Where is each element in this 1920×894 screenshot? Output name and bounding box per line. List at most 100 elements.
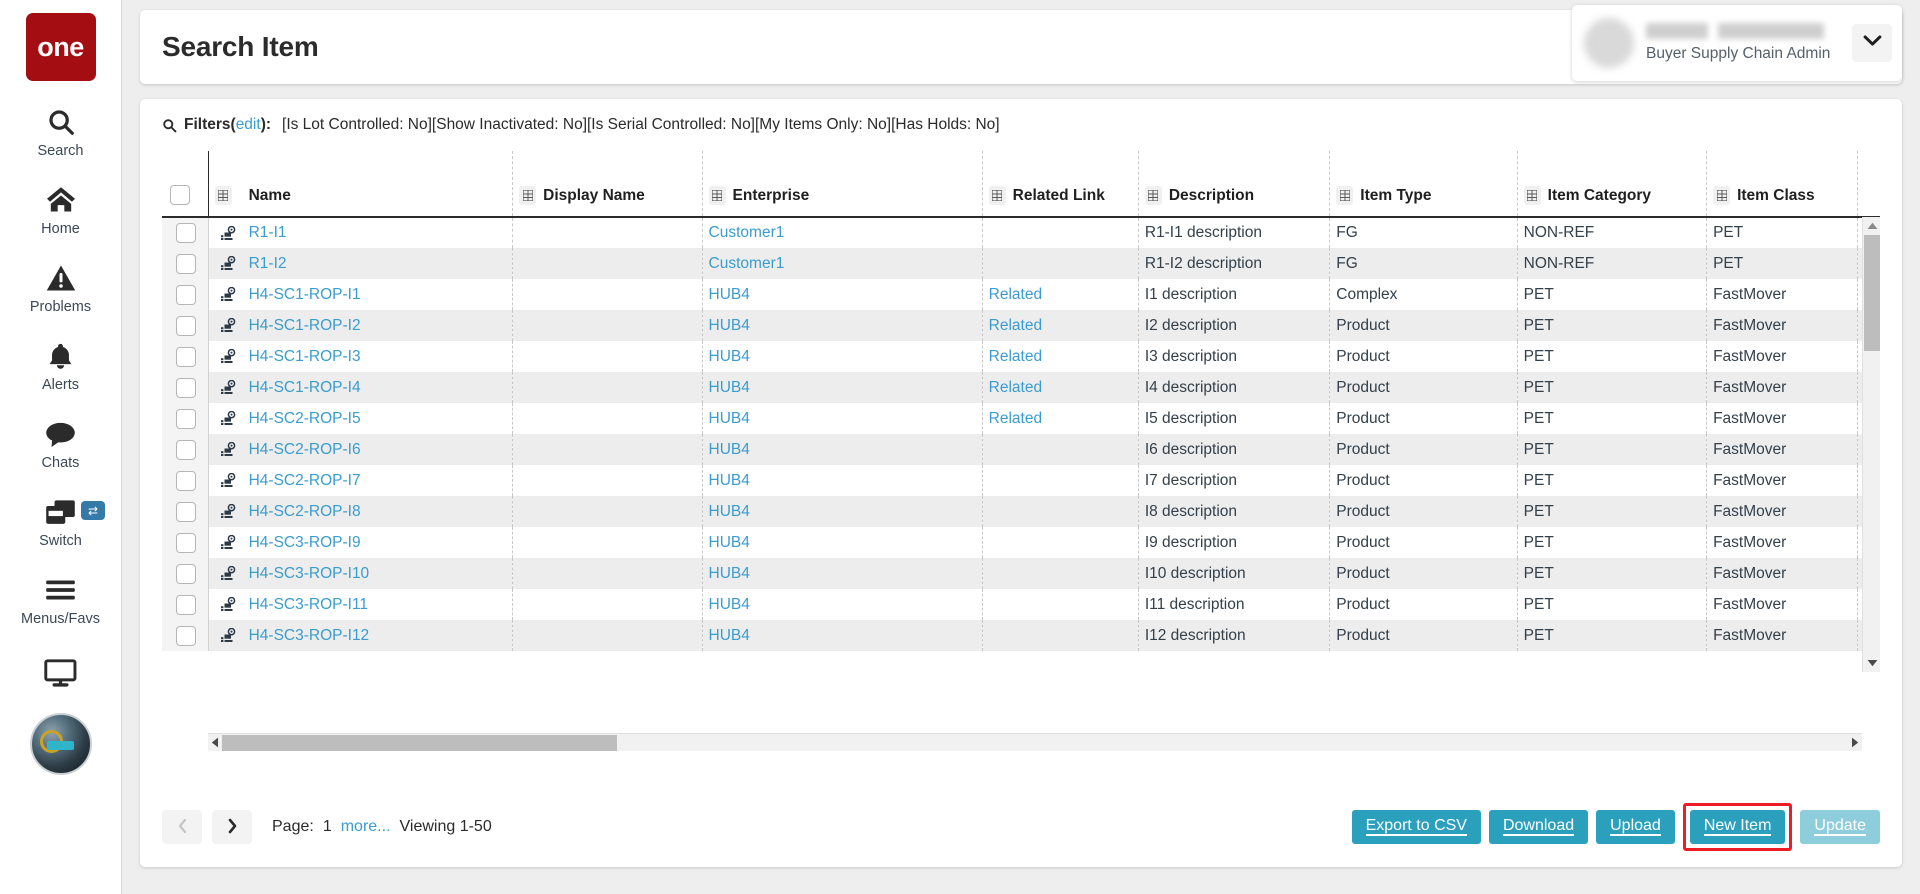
- item-name-link[interactable]: H4-SC3-ROP-I11: [249, 596, 368, 613]
- cell-name[interactable]: H4-SC1-ROP-I1: [243, 279, 513, 310]
- row-checkbox[interactable]: [176, 626, 196, 646]
- column-menu-icon[interactable]: [709, 186, 726, 205]
- table-row[interactable]: H4-SC2-ROP-I8HUB4I8 descriptionProductPE…: [162, 496, 1880, 527]
- column-menu-icon[interactable]: [989, 186, 1006, 205]
- row-checkbox[interactable]: [176, 223, 196, 243]
- enterprise-link[interactable]: HUB4: [709, 627, 750, 644]
- upload-button[interactable]: Upload: [1596, 810, 1675, 844]
- table-row[interactable]: R1-I2Customer1R1-I2 descriptionFGNON-REF…: [162, 248, 1880, 279]
- column-header-item-category[interactable]: Item Category: [1517, 151, 1706, 217]
- next-page-button[interactable]: [212, 810, 252, 844]
- column-menu-icon[interactable]: [1336, 186, 1353, 205]
- table-row[interactable]: H4-SC3-ROP-I9HUB4I9 descriptionProductPE…: [162, 527, 1880, 558]
- cell-name[interactable]: R1-I1: [243, 217, 513, 248]
- enterprise-link[interactable]: HUB4: [709, 348, 750, 365]
- item-name-link[interactable]: R1-I2: [249, 255, 287, 272]
- select-all-checkbox[interactable]: [170, 185, 190, 205]
- sidebar-item-switch[interactable]: ⇄ Switch: [0, 494, 121, 549]
- cell-related-link[interactable]: [982, 496, 1138, 527]
- export-to-csv-button[interactable]: Export to CSV: [1352, 810, 1481, 844]
- cell-name[interactable]: H4-SC2-ROP-I7: [243, 465, 513, 496]
- cell-name[interactable]: H4-SC1-ROP-I3: [243, 341, 513, 372]
- table-row[interactable]: H4-SC3-ROP-I11HUB4I11 descriptionProduct…: [162, 589, 1880, 620]
- cell-enterprise[interactable]: Customer1: [702, 248, 982, 279]
- enterprise-link[interactable]: HUB4: [709, 286, 750, 303]
- column-menu-icon[interactable]: [519, 186, 536, 205]
- cell-enterprise[interactable]: HUB4: [702, 558, 982, 589]
- enterprise-link[interactable]: HUB4: [709, 534, 750, 551]
- column-menu-icon[interactable]: [215, 186, 232, 205]
- cell-name[interactable]: R1-I2: [243, 248, 513, 279]
- table-row[interactable]: R1-I1Customer1R1-I1 descriptionFGNON-REF…: [162, 217, 1880, 248]
- enterprise-link[interactable]: HUB4: [709, 565, 750, 582]
- row-checkbox[interactable]: [176, 440, 196, 460]
- horizontal-scroll-thumb[interactable]: [222, 735, 617, 751]
- enterprise-link[interactable]: HUB4: [709, 596, 750, 613]
- cell-enterprise[interactable]: HUB4: [702, 465, 982, 496]
- related-link[interactable]: Related: [989, 379, 1042, 396]
- vertical-scrollbar[interactable]: [1862, 217, 1880, 672]
- row-checkbox[interactable]: [176, 378, 196, 398]
- cell-related-link[interactable]: Related: [982, 403, 1138, 434]
- enterprise-link[interactable]: Customer1: [709, 255, 785, 272]
- related-link[interactable]: Related: [989, 410, 1042, 427]
- related-link[interactable]: Related: [989, 286, 1042, 303]
- cell-enterprise[interactable]: HUB4: [702, 279, 982, 310]
- horizontal-scroll-track[interactable]: [222, 734, 1848, 752]
- swap-arrows-icon[interactable]: ⇄: [81, 501, 105, 520]
- column-header-enterprise[interactable]: Enterprise: [702, 151, 982, 217]
- column-header-name[interactable]: Name: [243, 151, 513, 217]
- item-name-link[interactable]: H4-SC3-ROP-I10: [249, 565, 370, 582]
- scroll-up-icon[interactable]: [1863, 217, 1881, 235]
- cell-related-link[interactable]: [982, 465, 1138, 496]
- cell-related-link[interactable]: Related: [982, 341, 1138, 372]
- prev-page-button[interactable]: [162, 810, 202, 844]
- table-row[interactable]: H4-SC3-ROP-I12HUB4I12 descriptionProduct…: [162, 620, 1880, 651]
- sidebar-item-problems[interactable]: Problems: [0, 260, 121, 315]
- column-menu-icon[interactable]: [1524, 186, 1541, 205]
- enterprise-link[interactable]: HUB4: [709, 441, 750, 458]
- table-row[interactable]: H4-SC1-ROP-I3HUB4RelatedI3 descriptionPr…: [162, 341, 1880, 372]
- table-row[interactable]: H4-SC3-ROP-I10HUB4I10 descriptionProduct…: [162, 558, 1880, 589]
- sidebar-item-search[interactable]: Search: [0, 104, 121, 159]
- row-checkbox[interactable]: [176, 533, 196, 553]
- enterprise-link[interactable]: Customer1: [709, 224, 785, 241]
- row-checkbox[interactable]: [176, 502, 196, 522]
- enterprise-link[interactable]: HUB4: [709, 472, 750, 489]
- scroll-left-icon[interactable]: [208, 737, 222, 748]
- sidebar-item-monitor[interactable]: [0, 655, 121, 691]
- cell-enterprise[interactable]: HUB4: [702, 341, 982, 372]
- cell-name[interactable]: H4-SC3-ROP-I11: [243, 589, 513, 620]
- item-name-link[interactable]: H4-SC1-ROP-I2: [249, 317, 361, 334]
- cell-enterprise[interactable]: HUB4: [702, 589, 982, 620]
- table-row[interactable]: H4-SC1-ROP-I4HUB4RelatedI4 descriptionPr…: [162, 372, 1880, 403]
- item-name-link[interactable]: H4-SC3-ROP-I9: [249, 534, 361, 551]
- item-name-link[interactable]: H4-SC3-ROP-I12: [249, 627, 370, 644]
- row-checkbox[interactable]: [176, 316, 196, 336]
- enterprise-link[interactable]: HUB4: [709, 410, 750, 427]
- cell-name[interactable]: H4-SC1-ROP-I2: [243, 310, 513, 341]
- new-item-button[interactable]: New Item: [1690, 810, 1786, 844]
- item-name-link[interactable]: R1-I1: [249, 224, 287, 241]
- user-menu-toggle[interactable]: [1852, 24, 1892, 62]
- cell-related-link[interactable]: [982, 527, 1138, 558]
- cell-enterprise[interactable]: HUB4: [702, 527, 982, 558]
- user-menu[interactable]: Buyer Supply Chain Admin: [1572, 5, 1902, 81]
- sidebar-item-menus-favs[interactable]: Menus/Favs: [0, 572, 121, 627]
- cell-name[interactable]: H4-SC2-ROP-I5: [243, 403, 513, 434]
- cell-enterprise[interactable]: Customer1: [702, 217, 982, 248]
- cell-name[interactable]: H4-SC3-ROP-I9: [243, 527, 513, 558]
- sidebar-item-alerts[interactable]: Alerts: [0, 338, 121, 393]
- filters-bar[interactable]: Filters (edit): [Is Lot Controlled: No][…: [162, 99, 1880, 151]
- item-name-link[interactable]: H4-SC1-ROP-I1: [249, 286, 361, 303]
- row-checkbox[interactable]: [176, 409, 196, 429]
- cell-related-link[interactable]: [982, 558, 1138, 589]
- sidebar-item-home[interactable]: Home: [0, 182, 121, 237]
- cell-related-link[interactable]: Related: [982, 372, 1138, 403]
- item-name-link[interactable]: H4-SC2-ROP-I5: [249, 410, 361, 427]
- table-row[interactable]: H4-SC2-ROP-I6HUB4I6 descriptionProductPE…: [162, 434, 1880, 465]
- column-header-display-name[interactable]: Display Name: [513, 151, 702, 217]
- related-link[interactable]: Related: [989, 317, 1042, 334]
- table-row[interactable]: H4-SC1-ROP-I2HUB4RelatedI2 descriptionPr…: [162, 310, 1880, 341]
- cell-related-link[interactable]: Related: [982, 279, 1138, 310]
